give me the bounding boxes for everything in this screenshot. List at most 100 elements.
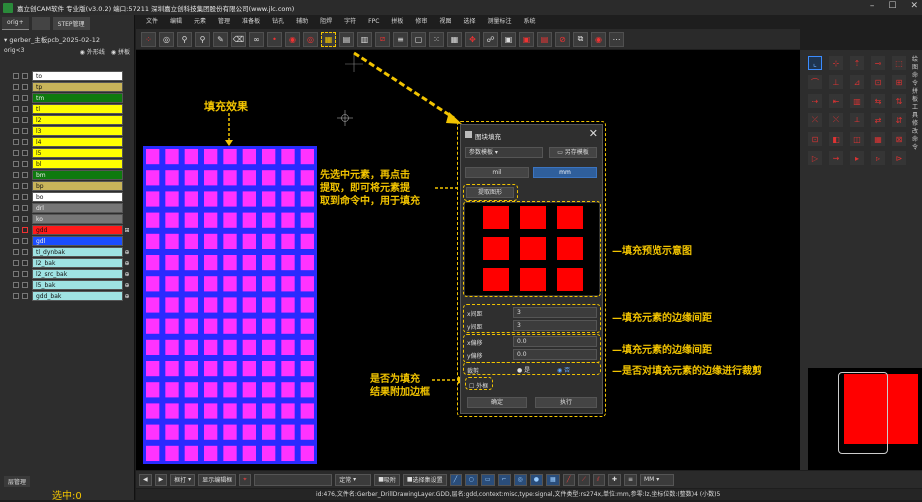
filter-settings[interactable]: ■ 选择集设置 bbox=[402, 473, 447, 486]
layer-row[interactable]: tl bbox=[13, 104, 131, 114]
menu-item[interactable]: 修审 bbox=[409, 16, 433, 28]
layer-row[interactable]: gdd ⊞ bbox=[13, 225, 131, 235]
menu-item[interactable]: 钻孔 bbox=[266, 16, 290, 28]
right-tool-icon[interactable]: ◧ bbox=[829, 132, 843, 146]
tool-stop-icon[interactable]: ⊘ bbox=[555, 31, 570, 47]
layer-row[interactable]: bp bbox=[13, 181, 131, 191]
layer-select-checkbox[interactable] bbox=[22, 260, 28, 266]
prev-icon[interactable]: ◀ bbox=[139, 473, 152, 486]
tool-dot-red-icon[interactable]: ◉ bbox=[591, 31, 606, 47]
right-tool-icon[interactable]: ▥ bbox=[850, 94, 864, 108]
tool-ring-icon[interactable]: ◉ bbox=[285, 31, 300, 47]
tool-brush-icon[interactable]: ✎ bbox=[213, 31, 228, 47]
corner-tool-icon[interactable]: ⌐ bbox=[497, 473, 511, 486]
right-tool-icon[interactable]: ▹ bbox=[871, 151, 885, 165]
line-tool-icon[interactable]: ╱ bbox=[449, 473, 462, 486]
tool-table-icon[interactable]: ▦ bbox=[447, 31, 462, 47]
tool-target-icon[interactable]: ◎ bbox=[303, 31, 318, 47]
cross-tool-icon[interactable]: ✚ bbox=[607, 473, 621, 486]
menu-item[interactable]: 文件 bbox=[140, 16, 164, 28]
layer-select-checkbox[interactable] bbox=[22, 249, 28, 255]
minimize-icon[interactable]: – bbox=[870, 1, 875, 11]
layer-select-checkbox[interactable] bbox=[22, 139, 28, 145]
tool-grid-icon[interactable]: ▤ bbox=[339, 31, 354, 47]
right-tool-icon[interactable]: ⤫ bbox=[808, 113, 822, 127]
right-tool-icon[interactable]: ⊠ bbox=[892, 132, 906, 146]
layer-name[interactable]: to bbox=[32, 71, 123, 81]
step-name[interactable]: orig<3 bbox=[4, 47, 24, 56]
right-tool-icon[interactable]: ▸ bbox=[850, 151, 864, 165]
layer-row[interactable]: drl bbox=[13, 203, 131, 213]
grid-tool-icon[interactable]: ▦ bbox=[546, 473, 560, 486]
tool-bars-icon[interactable]: ≡ bbox=[393, 31, 408, 47]
menu-item[interactable]: 系统 bbox=[517, 16, 541, 28]
tool-move-icon[interactable]: ✥ bbox=[465, 31, 480, 47]
layer-manager-tab[interactable]: 层管理 bbox=[4, 476, 31, 487]
layer-visibility-checkbox[interactable] bbox=[13, 293, 19, 299]
layer-visibility-checkbox[interactable] bbox=[13, 150, 19, 156]
tab-step-manager[interactable]: STEP管理 bbox=[52, 17, 90, 30]
tool-pad-icon[interactable]: ⁘ bbox=[141, 31, 156, 47]
layer-visibility-checkbox[interactable] bbox=[13, 161, 19, 167]
layer-row[interactable]: to bbox=[13, 71, 131, 81]
next-icon[interactable]: ▶ bbox=[154, 473, 168, 486]
tool-red-box-icon[interactable]: ▣ bbox=[519, 31, 534, 47]
outline-toggle[interactable]: ◉ 外形线 bbox=[80, 47, 105, 56]
layer-visibility-checkbox[interactable] bbox=[13, 194, 19, 200]
right-tool-icon[interactable]: ⇵ bbox=[892, 113, 906, 127]
layer-row[interactable]: l5 bbox=[13, 148, 131, 158]
right-tool-icon[interactable]: ⇝ bbox=[829, 151, 843, 165]
layer-visibility-checkbox[interactable] bbox=[13, 205, 19, 211]
select-mode-dropdown[interactable]: 定常 ▾ bbox=[335, 473, 372, 486]
right-tool-icon[interactable]: ⊡ bbox=[808, 132, 822, 146]
layer-name[interactable]: l2 bbox=[32, 115, 123, 125]
layer-name[interactable]: l2_src_bak bbox=[32, 269, 123, 279]
layer-name[interactable]: gdl bbox=[32, 236, 123, 246]
snap-toggle[interactable]: ■ 吸附 bbox=[374, 473, 400, 486]
layer-name[interactable]: l4 bbox=[32, 137, 123, 147]
trim-tool-icon[interactable]: ⟋ bbox=[577, 473, 590, 486]
tool-circle-icon[interactable]: ◎ bbox=[159, 31, 174, 47]
right-tool-icon[interactable]: ⇡ bbox=[850, 56, 864, 70]
cut-tool-icon[interactable]: ╱ bbox=[562, 473, 575, 486]
layer-row[interactable]: l3 bbox=[13, 126, 131, 136]
circle-tool-icon[interactable]: ○ bbox=[464, 473, 478, 486]
layer-name[interactable]: gdd bbox=[32, 225, 123, 235]
layer-row[interactable]: gdl bbox=[13, 236, 131, 246]
layer-row[interactable]: bo bbox=[13, 192, 131, 202]
layer-row[interactable]: tl_dynbak ⊕ bbox=[13, 247, 131, 257]
layer-visibility-checkbox[interactable] bbox=[13, 84, 19, 90]
tool-red-box2-icon[interactable]: ▤ bbox=[537, 31, 552, 47]
layer-row[interactable]: l2 bbox=[13, 115, 131, 125]
layer-visibility-checkbox[interactable] bbox=[13, 117, 19, 123]
layer-name[interactable]: l5_bak bbox=[32, 280, 123, 290]
menu-item[interactable]: 测量标注 bbox=[481, 16, 517, 28]
layer-row[interactable]: gdd_bak ⊕ bbox=[13, 291, 131, 301]
layer-select-checkbox[interactable] bbox=[22, 238, 28, 244]
right-tool-icon[interactable]: ◫ bbox=[850, 132, 864, 146]
layer-select-checkbox[interactable] bbox=[22, 150, 28, 156]
layer-name[interactable]: ko bbox=[32, 214, 123, 224]
layer-row[interactable]: l4 bbox=[13, 137, 131, 147]
right-tool-icon[interactable]: ⇢ bbox=[808, 94, 822, 108]
layer-visibility-checkbox[interactable] bbox=[13, 139, 19, 145]
right-tool-icon[interactable]: ⤬ bbox=[829, 113, 843, 127]
right-tool-icon[interactable]: ⊹ bbox=[829, 56, 843, 70]
tool-image-icon[interactable]: ▣ bbox=[501, 31, 516, 47]
right-tool-icon[interactable]: ⊸ bbox=[871, 56, 885, 70]
right-tool-icon[interactable]: ⊳ bbox=[892, 151, 906, 165]
right-tool-icon[interactable]: ⊥ bbox=[829, 75, 843, 89]
right-tool-icon[interactable]: ⬚ bbox=[892, 56, 906, 70]
snap-target-icon[interactable]: ⌖ bbox=[239, 473, 252, 486]
right-tool-icon[interactable]: ▦ bbox=[871, 132, 885, 146]
layer-visibility-checkbox[interactable] bbox=[13, 183, 19, 189]
layer-select-checkbox[interactable] bbox=[22, 95, 28, 101]
layer-visibility-checkbox[interactable] bbox=[13, 216, 19, 222]
tool-net-icon[interactable]: ☍ bbox=[483, 31, 498, 47]
layer-select-checkbox[interactable] bbox=[22, 194, 28, 200]
layer-select-checkbox[interactable] bbox=[22, 293, 28, 299]
layer-select-checkbox[interactable] bbox=[22, 227, 28, 233]
panel-toggle[interactable]: ◉ 拼板 bbox=[111, 47, 130, 56]
right-tool-icon[interactable]: ▷ bbox=[808, 151, 822, 165]
layer-select-checkbox[interactable] bbox=[22, 106, 28, 112]
